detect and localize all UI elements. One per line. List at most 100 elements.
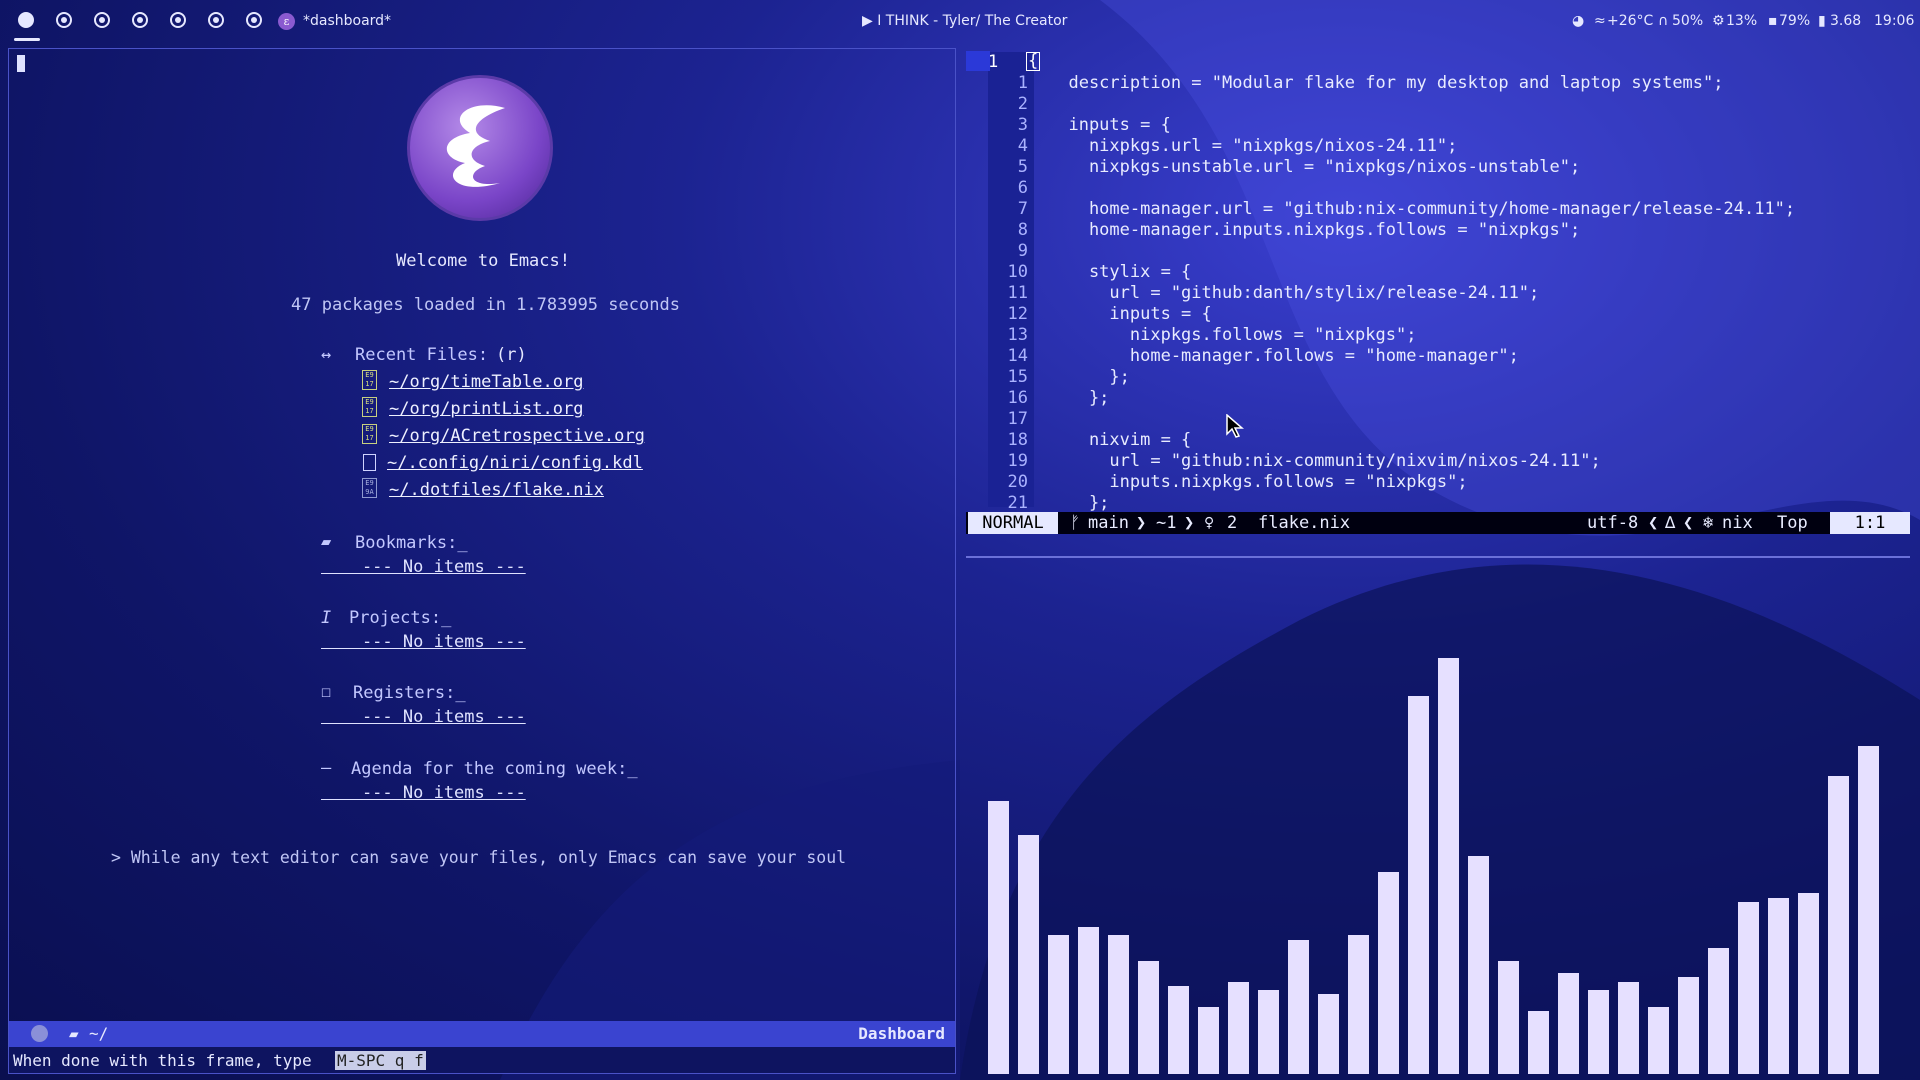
cursor-char: { bbox=[1026, 51, 1041, 71]
git-branch: main bbox=[1088, 513, 1129, 533]
code-line[interactable]: inputs = { bbox=[1048, 115, 1170, 135]
agenda-heading: Agenda for the coming week:_ bbox=[351, 759, 638, 779]
line-number: 2 bbox=[1017, 94, 1028, 114]
file-encoding: utf-8 bbox=[1587, 513, 1639, 533]
recent-file-link[interactable]: ~/org/printList.org bbox=[389, 399, 583, 419]
mouse-pointer-icon bbox=[1226, 414, 1244, 438]
git-branch-icon: ᚠ bbox=[1070, 513, 1081, 533]
welcome-text: Welcome to Emacs! bbox=[396, 251, 570, 271]
visualizer-bar bbox=[1678, 977, 1699, 1074]
workspace-5-indicator[interactable] bbox=[170, 12, 186, 28]
volume-level[interactable]: 50% bbox=[1672, 13, 1703, 29]
line-number: 20 bbox=[1007, 472, 1028, 492]
file-type: nix bbox=[1722, 513, 1753, 533]
clock: 19:06 bbox=[1874, 13, 1915, 29]
line-number: 1 bbox=[1017, 73, 1028, 93]
visualizer-bar bbox=[1258, 990, 1279, 1074]
code-line[interactable]: stylix = { bbox=[1048, 262, 1191, 282]
echo-area: When done with this frame, type M-SPC q … bbox=[9, 1047, 955, 1073]
scroll-position: Top bbox=[1777, 513, 1808, 533]
line-number: 7 bbox=[1017, 199, 1028, 219]
code-line[interactable]: nixpkgs.follows = "nixpkgs"; bbox=[1048, 325, 1417, 345]
bookmarks-empty: --- No items --- bbox=[321, 557, 526, 577]
headphones-icon: ∩ bbox=[1658, 13, 1669, 29]
recent-files-heading: Recent Files: bbox=[355, 345, 489, 365]
visualizer-bar bbox=[1648, 1007, 1669, 1074]
workspace-7-indicator[interactable] bbox=[246, 12, 262, 28]
visualizer-bar bbox=[1858, 746, 1879, 1074]
visualizer-bar bbox=[1078, 927, 1099, 1074]
line-number: 21 bbox=[1007, 493, 1028, 513]
org-file-icon: E9 17 bbox=[362, 370, 377, 390]
code-line[interactable]: url = "github:danth/stylix/release-24.11… bbox=[1048, 283, 1539, 303]
visualizer-bar bbox=[1738, 902, 1759, 1074]
separator-icon: ❯ bbox=[1136, 513, 1147, 533]
visualizer-bar bbox=[1408, 696, 1429, 1074]
line-number: 5 bbox=[1017, 157, 1028, 177]
split-divider bbox=[966, 556, 1910, 558]
cursor-position: 1:1 bbox=[1830, 512, 1910, 534]
code-line[interactable]: nixpkgs.url = "nixpkgs/nixos-24.11"; bbox=[1048, 136, 1457, 156]
recent-file-link[interactable]: ~/org/ACretrospective.org bbox=[389, 426, 645, 446]
line-number: 12 bbox=[1007, 304, 1028, 324]
recent-file-link[interactable]: ~/org/timeTable.org bbox=[389, 372, 583, 392]
memory-icon: ▪ bbox=[1768, 13, 1778, 29]
nix-file-icon: E9 9A bbox=[362, 478, 377, 498]
media-now-playing[interactable]: ▶ I THINK - Tyler/ The Creator bbox=[862, 13, 1067, 29]
visualizer-bar bbox=[1108, 935, 1129, 1074]
emacs-dashboard-window[interactable]: Welcome to Emacs! 47 packages loaded in … bbox=[8, 48, 956, 1074]
visualizer-bar bbox=[1498, 961, 1519, 1074]
code-line[interactable]: nixpkgs-unstable.url = "nixpkgs/nixos-un… bbox=[1048, 157, 1580, 177]
code-line[interactable]: }; bbox=[1048, 493, 1109, 513]
modeline-major-mode: Dashboard bbox=[858, 1024, 945, 1043]
visualizer-bar bbox=[1528, 1011, 1549, 1074]
line-number: 15 bbox=[1007, 367, 1028, 387]
text-cursor bbox=[17, 55, 25, 72]
visualizer-bar bbox=[1048, 935, 1069, 1074]
emacs-app-icon: ε bbox=[278, 13, 295, 30]
code-line[interactable]: inputs.nixpkgs.follows = "nixpkgs"; bbox=[1048, 472, 1467, 492]
line-number: 4 bbox=[1017, 136, 1028, 156]
visualizer-bar bbox=[1558, 973, 1579, 1074]
code-line[interactable]: }; bbox=[1048, 388, 1109, 408]
visualizer-bar bbox=[1708, 948, 1729, 1074]
visualizer-bar bbox=[1138, 961, 1159, 1074]
line-number: 14 bbox=[1007, 346, 1028, 366]
load-average: 3.68 bbox=[1830, 13, 1862, 29]
code-line[interactable]: inputs = { bbox=[1048, 304, 1211, 324]
code-line[interactable]: home-manager.inputs.nixpkgs.follows = "n… bbox=[1048, 220, 1580, 240]
code-line[interactable]: }; bbox=[1048, 367, 1129, 387]
code-line[interactable]: description = "Modular flake for my desk… bbox=[1048, 73, 1723, 93]
code-line[interactable]: home-manager.url = "github:nix-community… bbox=[1048, 199, 1795, 219]
visualizer-bar bbox=[1228, 982, 1249, 1074]
code-line[interactable]: nixvim = { bbox=[1048, 430, 1191, 450]
workspace-4-indicator[interactable] bbox=[132, 12, 148, 28]
emacs-logo bbox=[407, 75, 553, 221]
line-number: 11 bbox=[1007, 283, 1028, 303]
nix-snowflake-icon: ❄ bbox=[1703, 513, 1714, 533]
recent-file-link[interactable]: ~/.config/niri/config.kdl bbox=[387, 453, 643, 473]
workspace-2-indicator[interactable] bbox=[56, 12, 72, 28]
line-number: 8 bbox=[1017, 220, 1028, 240]
code-line[interactable]: url = "github:nix-community/nixvim/nixos… bbox=[1048, 451, 1600, 471]
workspace-3-indicator[interactable] bbox=[94, 12, 110, 28]
visualizer-bar bbox=[988, 801, 1009, 1074]
visualizer-bar bbox=[1798, 893, 1819, 1074]
packages-loaded-text: 47 packages loaded in 1.783995 seconds bbox=[291, 295, 680, 315]
active-workspace-underline bbox=[14, 38, 40, 41]
recent-files-icon: ↔ bbox=[321, 345, 332, 365]
registers-heading: Registers:_ bbox=[353, 683, 466, 703]
recent-file-link[interactable]: ~/.dotfiles/flake.nix bbox=[389, 480, 604, 500]
line-number: 9 bbox=[1017, 241, 1028, 261]
line-number: 16 bbox=[1007, 388, 1028, 408]
neovim-editor-window[interactable]: 1 { description = "Modular flake for my … bbox=[966, 48, 1912, 558]
org-file-icon: E9 17 bbox=[362, 397, 377, 417]
visualizer-bar bbox=[1828, 776, 1849, 1074]
workspace-1-indicator[interactable] bbox=[18, 12, 34, 28]
visualizer-bar bbox=[1378, 872, 1399, 1074]
code-line[interactable]: home-manager.follows = "home-manager"; bbox=[1048, 346, 1519, 366]
modeline-path: ~/ bbox=[89, 1024, 109, 1043]
weather-icon: ≈ bbox=[1594, 13, 1606, 29]
workspace-6-indicator[interactable] bbox=[208, 12, 224, 28]
separator-icon: ❮ bbox=[1683, 513, 1694, 533]
